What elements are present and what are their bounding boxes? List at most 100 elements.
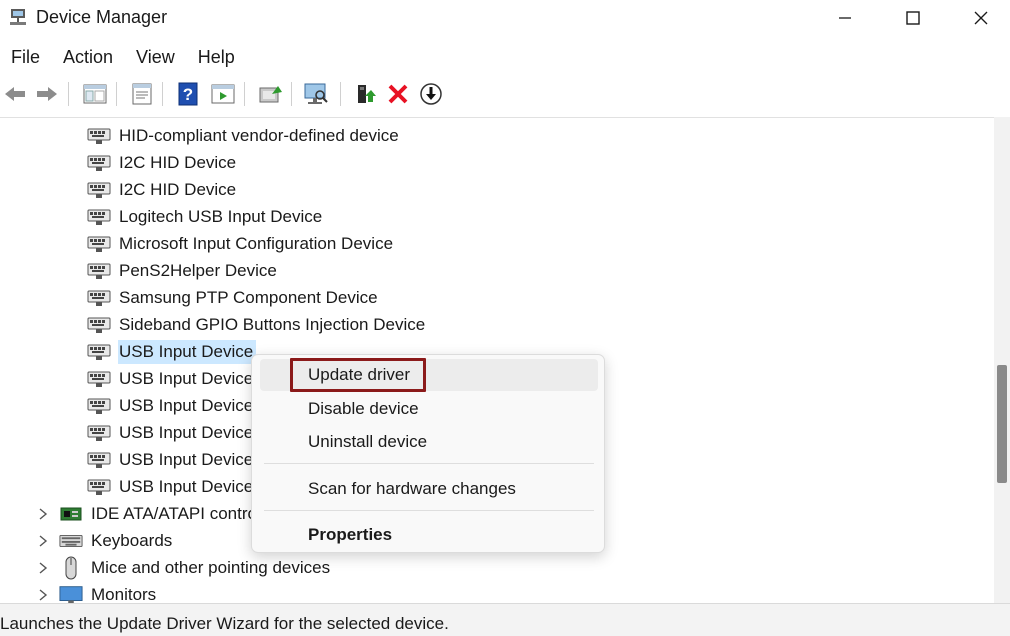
hid-device-icon [87,126,111,146]
tree-item-device[interactable]: USB Input Device [87,420,256,446]
help-button[interactable]: ? [174,80,202,108]
update-driver-icon [259,86,282,103]
device-manager-icon [8,7,28,27]
properties-menu-item[interactable]: Properties [260,519,598,551]
scan-hardware-menu-item[interactable]: Scan for hardware changes [260,473,598,505]
hid-device-icon [87,180,111,200]
tree-item-device[interactable]: Sideband GPIO Buttons Injection Device [87,312,428,338]
toolbar: ? [0,74,1010,114]
download-button[interactable] [417,80,445,108]
properties-label: Properties [308,525,393,544]
uninstall-device-label: Uninstall device [308,432,428,451]
tree-item-label: USB Input Device [119,396,254,415]
status-bar: Launches the Update Driver Wizard for th… [0,603,1010,636]
annotation-highlight-box [290,358,426,392]
show-hide-console-tree-button[interactable] [81,80,109,108]
keyboard-icon [59,531,83,551]
toolbar-separator [291,82,292,106]
close-button[interactable] [958,0,1004,36]
scrollbar-thumb[interactable] [997,365,1007,483]
chevron-right-icon[interactable] [36,588,50,602]
toolbar-separator [162,82,163,106]
toolbar-separator [116,82,117,106]
tree-item-label: Monitors [91,585,157,603]
hid-device-icon [87,315,111,335]
run-button[interactable] [209,80,237,108]
hid-device-icon [87,153,111,173]
tree-item-label: Keyboards [91,531,173,550]
tree-item-device[interactable]: HID-compliant vendor-defined device [87,123,402,149]
menu-separator [264,510,594,511]
tree-item-label: I2C HID Device [119,180,237,199]
scan-hardware-button[interactable] [302,80,330,108]
toolbar-separator [68,82,69,106]
tree-item-device[interactable]: Logitech USB Input Device [87,204,325,230]
tree-item-device[interactable]: Microsoft Input Configuration Device [87,231,396,257]
enable-device-icon [358,85,376,103]
tree-item-device[interactable]: USB Input Device [87,474,256,500]
minimize-button[interactable] [822,0,868,36]
hid-device-icon [87,288,111,308]
show-hide-console-tree-icon [83,84,107,104]
menu-view[interactable]: View [125,47,187,68]
enable-device-button[interactable] [351,80,379,108]
forward-button[interactable] [33,80,61,108]
properties-button[interactable] [128,80,156,108]
tree-item-device[interactable]: PenS2Helper Device [87,258,280,284]
tree-item-label: PenS2Helper Device [119,261,277,280]
window-title: Device Manager [36,7,168,27]
tree-item-label: Samsung PTP Component Device [119,288,378,307]
update-driver-toolbar-button[interactable] [256,80,284,108]
hid-device-icon [87,207,111,227]
maximize-button[interactable] [890,0,936,36]
menu-bar: File Action View Help [0,42,1010,72]
tree-item-device[interactable]: USB Input Device [87,366,256,392]
uninstall-device-menu-item[interactable]: Uninstall device [260,426,598,458]
tree-item-label: HID-compliant vendor-defined device [119,126,399,145]
chevron-right-icon[interactable] [36,507,50,521]
mouse-icon [59,556,83,580]
download-icon [420,83,442,105]
monitor-icon [59,585,83,603]
tree-item-label: Mice and other pointing devices [91,558,331,577]
back-button[interactable] [1,80,29,108]
scan-hardware-label: Scan for hardware changes [308,479,516,498]
menu-action[interactable]: Action [52,47,125,68]
toolbar-separator [340,82,341,106]
uninstall-device-icon [388,84,408,104]
tree-item-label: USB Input Device [119,369,254,388]
forward-arrow-icon [37,87,57,101]
tree-item-label: USB Input Device [119,477,254,496]
hid-device-icon [87,261,111,281]
tree-item-label: I2C HID Device [119,153,237,172]
tree-item-label: USB Input Device [119,450,254,469]
hid-device-icon [87,477,111,497]
run-icon [211,84,235,104]
menu-separator [264,463,594,464]
menu-file[interactable]: File [0,47,52,68]
scan-hardware-icon [304,83,328,104]
tree-item-label: Microsoft Input Configuration Device [119,234,394,253]
tree-item-category[interactable]: Monitors [59,582,159,603]
tree-item-category[interactable]: Keyboards [59,528,175,554]
hid-device-icon [87,342,111,362]
disable-device-label: Disable device [308,399,419,418]
tree-item-device[interactable]: USB Input Device [87,339,257,365]
tree-item-label: USB Input Device [118,340,257,364]
close-icon [974,11,988,25]
menu-help[interactable]: Help [187,47,247,68]
chevron-right-icon[interactable] [36,534,50,548]
tree-item-category[interactable]: Mice and other pointing devices [59,555,333,581]
chevron-right-icon[interactable] [36,561,50,575]
disable-device-menu-item[interactable]: Disable device [260,393,598,425]
vertical-scrollbar[interactable] [994,117,1010,603]
tree-item-device[interactable]: Samsung PTP Component Device [87,285,381,311]
hid-device-icon [87,396,111,416]
hid-device-icon [87,234,111,254]
tree-item-device[interactable]: USB Input Device [87,447,256,473]
tree-item-label: Logitech USB Input Device [119,207,323,226]
tree-item-device[interactable]: USB Input Device [87,393,256,419]
tree-item-device[interactable]: I2C HID Device [87,177,239,203]
uninstall-device-button[interactable] [384,80,412,108]
tree-item-device[interactable]: I2C HID Device [87,150,239,176]
